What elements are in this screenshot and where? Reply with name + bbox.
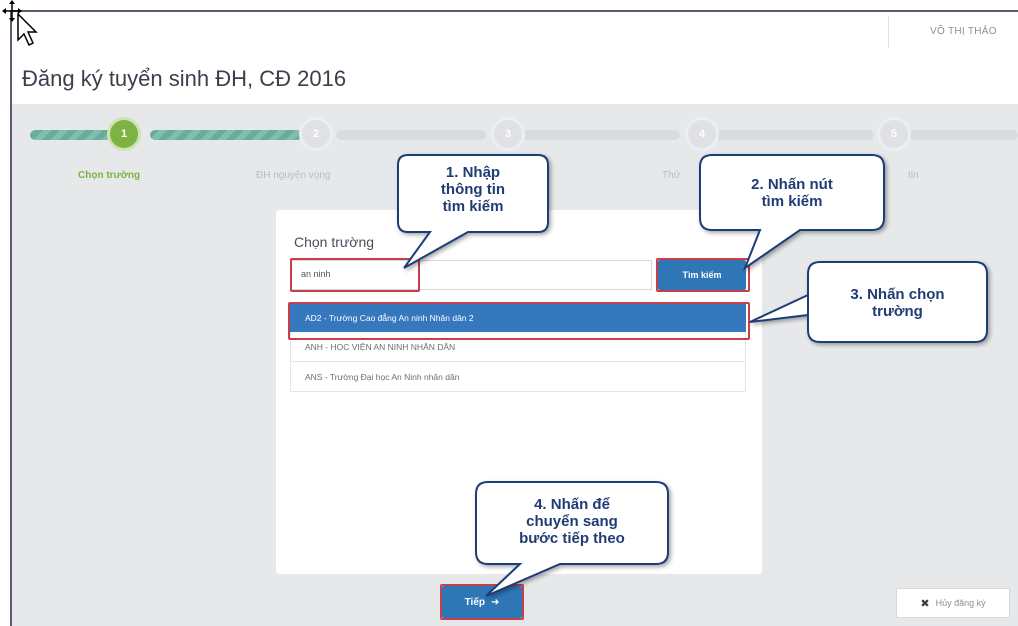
step-label-1: Chọn trường [78, 170, 141, 181]
step-number: 3 [504, 128, 512, 140]
step-4[interactable]: 4 [688, 120, 716, 148]
cancel-label: Hủy đăng ký [935, 598, 986, 608]
stepper-track-6 [908, 130, 1018, 140]
step-number: 2 [312, 128, 320, 140]
step-5[interactable]: 5 [880, 120, 908, 148]
callout-line: chuyển sang [526, 513, 618, 530]
step-2[interactable]: 2 [302, 120, 330, 148]
callout-3: 3. Nhấn chọn trường [808, 286, 987, 320]
step-label-5: tin [908, 170, 919, 181]
move-cursor-icon [2, 0, 38, 46]
stepper-track-5 [714, 130, 874, 140]
callout-line: thông tin [440, 181, 506, 198]
user-menu[interactable]: VÕ THỊ THẢO [930, 26, 997, 37]
close-icon: ✖ [920, 597, 930, 610]
page-title: Đăng ký tuyển sinh ĐH, CĐ 2016 [22, 66, 347, 91]
topbar-divider [888, 16, 889, 48]
step-3[interactable]: 3 [494, 120, 522, 148]
callout-line: 3. Nhấn chọn [850, 286, 945, 303]
callout-line: trường [872, 303, 923, 320]
highlight-search-input [290, 258, 420, 292]
step-label-4: Thứ [662, 170, 681, 181]
highlight-search-button [656, 258, 750, 292]
step-label-2: ĐH nguyện vọng [256, 170, 331, 181]
school-picker-label: Chọn trường [294, 234, 375, 250]
callout-line: tìm kiếm [761, 193, 823, 210]
step-1[interactable]: 1 [110, 120, 138, 148]
step-number: 1 [120, 128, 128, 140]
callout-line: 4. Nhấn để [534, 496, 610, 513]
highlight-selected-school [288, 302, 750, 340]
callout-1: 1. Nhập thông tin tìm kiếm [398, 164, 548, 215]
highlight-next-button [440, 584, 524, 620]
callout-line: 1. Nhập [445, 164, 501, 181]
stepper-track-4 [522, 130, 680, 140]
cancel-registration-button[interactable]: ✖ Hủy đăng ký [896, 588, 1010, 618]
step-number: 4 [698, 128, 706, 140]
callout-4: 4. Nhấn để chuyển sang bước tiếp theo [476, 496, 668, 547]
callout-2: 2. Nhấn nút tìm kiếm [700, 176, 884, 210]
callout-line: tìm kiếm [442, 198, 504, 215]
callout-line: bước tiếp theo [519, 530, 625, 547]
stepper-track-3 [336, 130, 486, 140]
callout-line: 2. Nhấn nút [751, 176, 833, 193]
title-band: Đăng ký tuyển sinh ĐH, CĐ 2016 [12, 52, 1018, 104]
stepper-track-2 [150, 130, 302, 140]
list-item[interactable]: ANS - Trường Đại học An Ninh nhân dân [290, 362, 746, 392]
top-bar: VÕ THỊ THẢO [12, 12, 1018, 53]
step-number: 5 [890, 128, 898, 140]
stepper-track-1 [30, 130, 118, 140]
